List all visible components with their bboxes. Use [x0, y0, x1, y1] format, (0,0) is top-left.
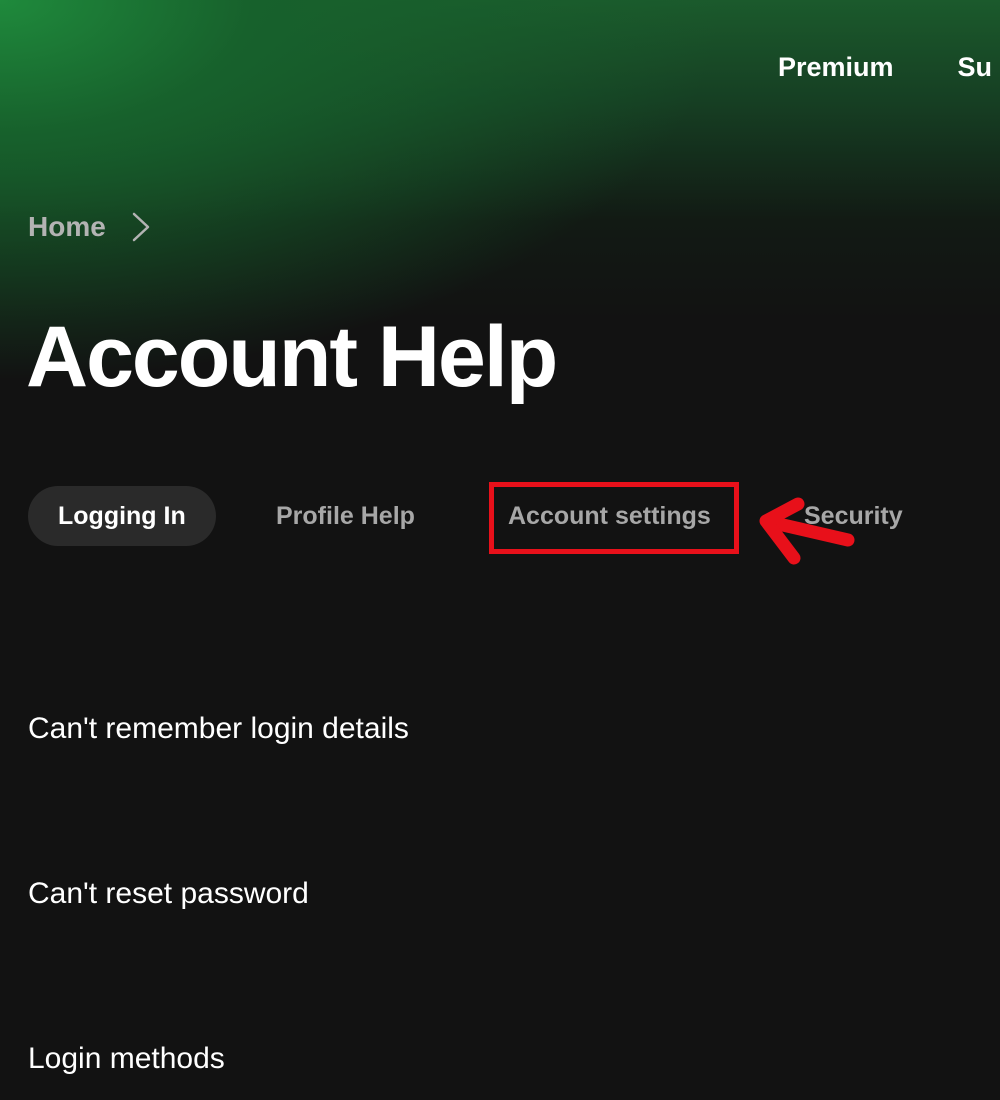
question-link-cant-remember-login[interactable]: Can't remember login details [28, 712, 409, 746]
page-title: Account Help [26, 309, 558, 405]
tab-security[interactable]: Security [804, 486, 903, 546]
question-link-login-methods[interactable]: Login methods [28, 1042, 225, 1076]
tab-bar: Logging In Profile Help Account settings… [28, 486, 1000, 546]
nav-link-premium[interactable]: Premium [778, 52, 894, 83]
breadcrumb: Home [28, 210, 156, 244]
chevron-right-icon [132, 212, 150, 242]
nav-link-support[interactable]: Su [958, 52, 993, 83]
tab-account-settings[interactable]: Account settings [508, 486, 711, 546]
top-navigation: Premium Su [778, 52, 992, 83]
breadcrumb-home[interactable]: Home [28, 211, 106, 243]
tab-profile-help[interactable]: Profile Help [276, 486, 415, 546]
question-link-cant-reset-password[interactable]: Can't reset password [28, 877, 309, 911]
tab-logging-in[interactable]: Logging In [28, 486, 216, 546]
